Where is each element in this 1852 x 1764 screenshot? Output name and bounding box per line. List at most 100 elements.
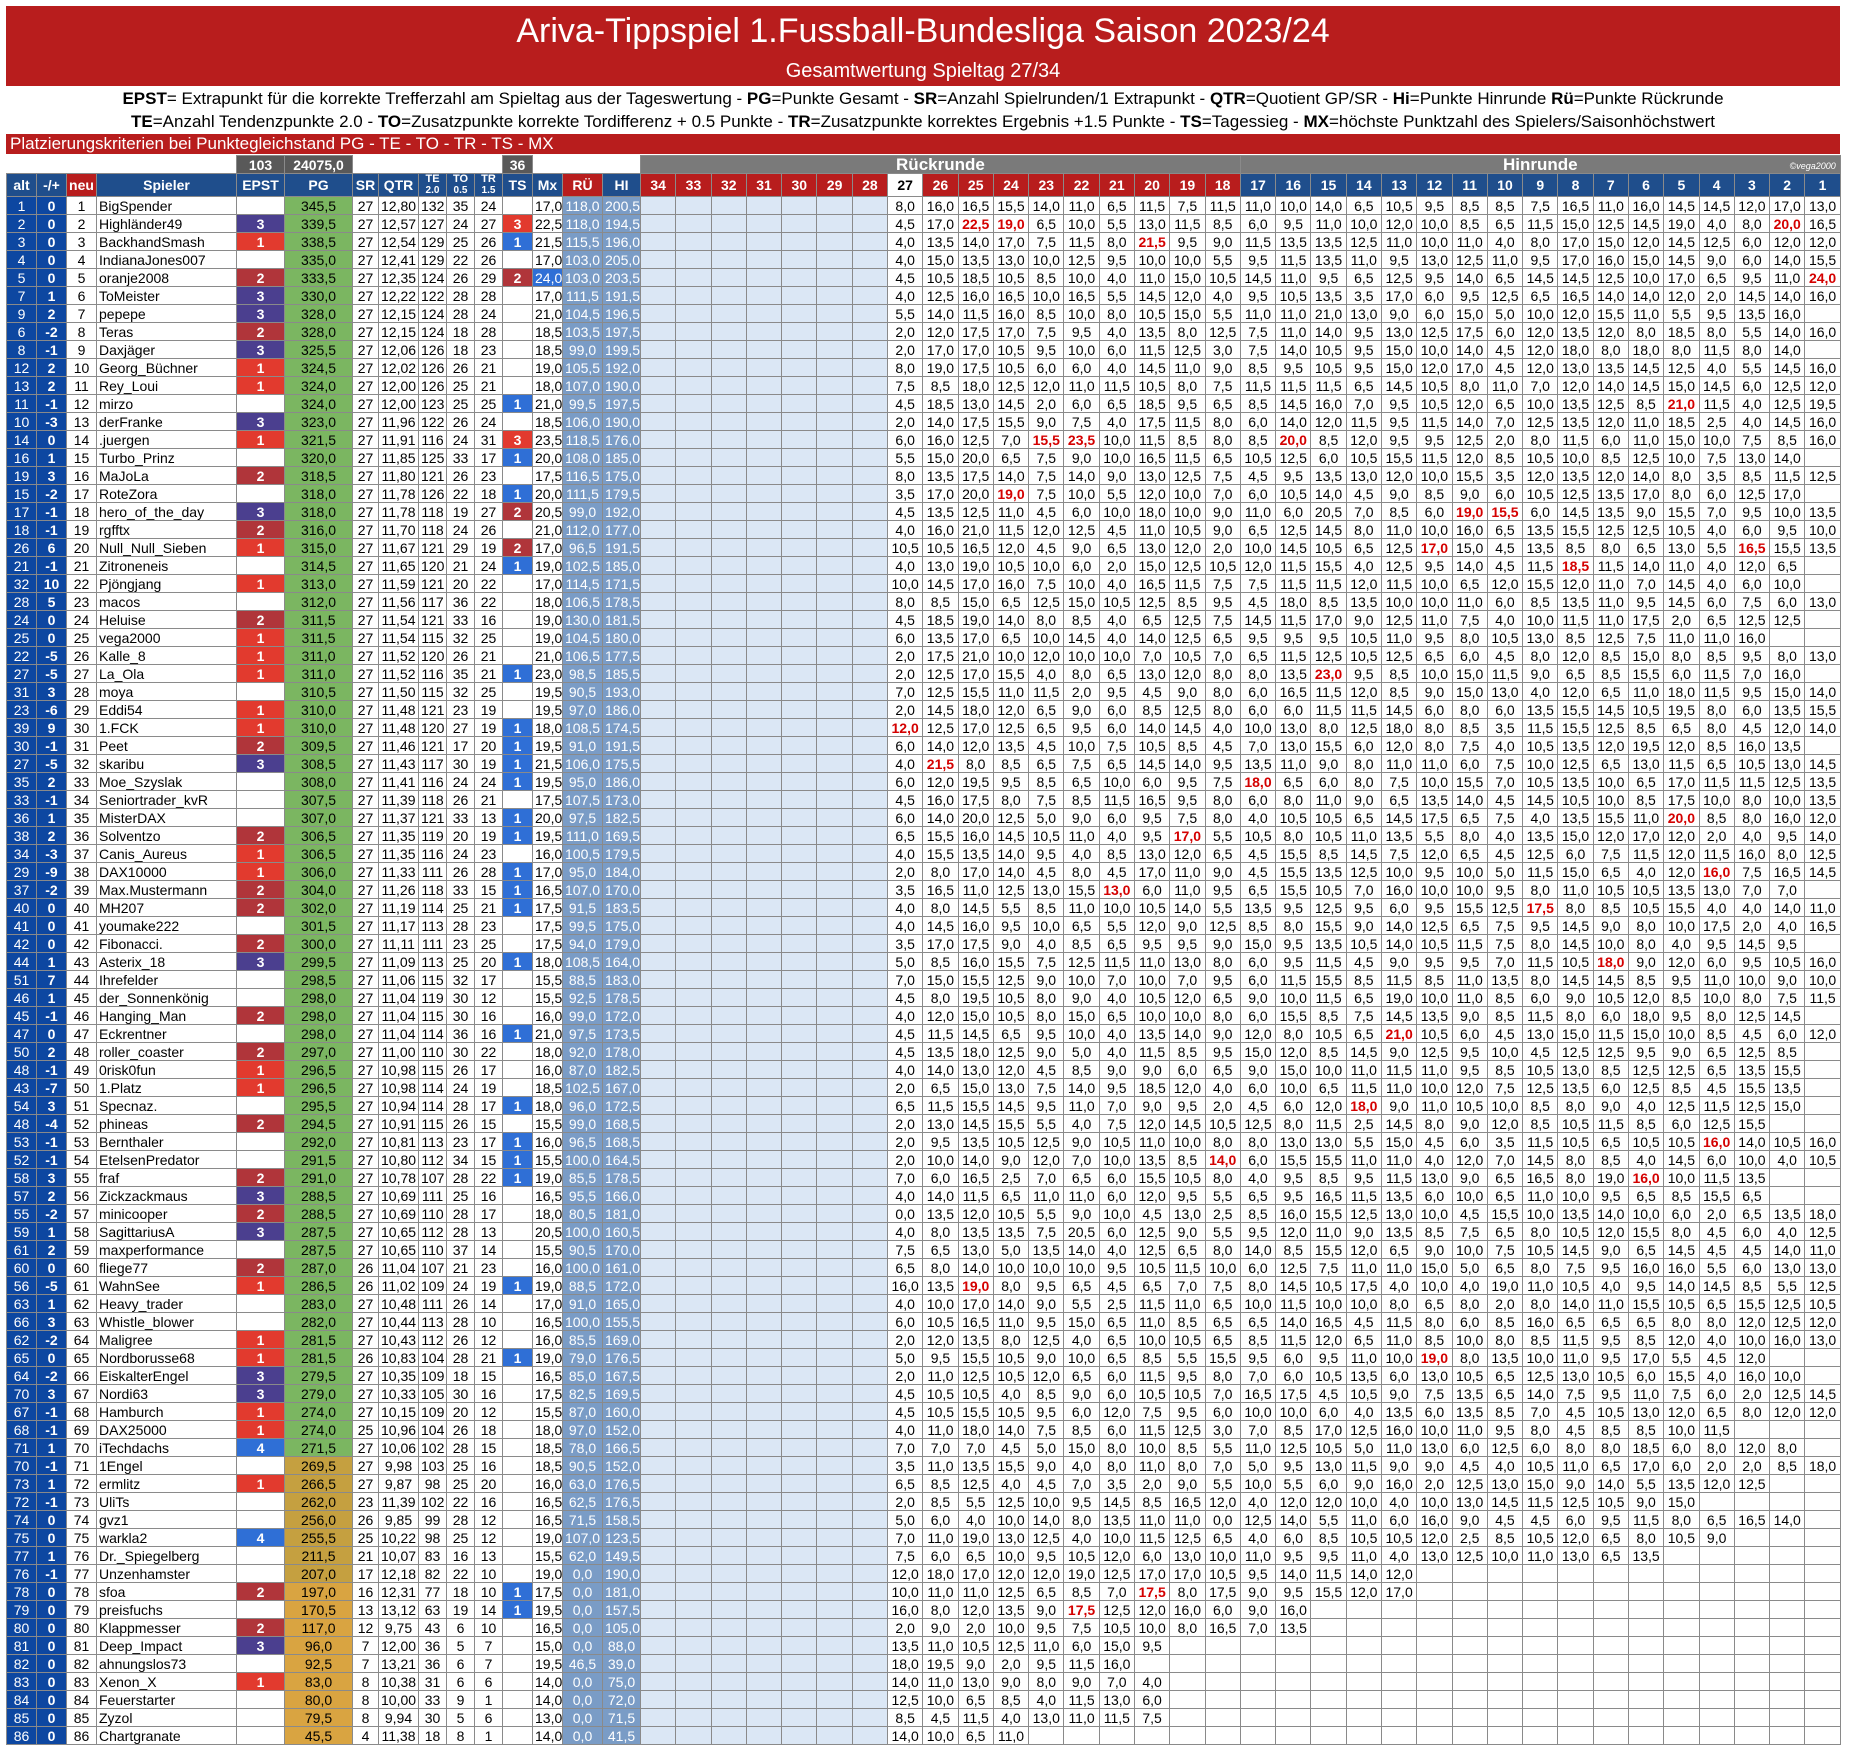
- cell-matchday: 16,5: [1733, 538, 1771, 557]
- cell-tr: 10: [474, 1582, 503, 1601]
- cell-matchday: 13,0: [1345, 304, 1382, 323]
- cell-matchday: [816, 430, 853, 449]
- cell-matchday: 10,0: [1275, 988, 1312, 1007]
- cell-delta: 2: [36, 376, 67, 395]
- cell-matchday: 10,0: [1063, 268, 1100, 287]
- cell-matchday: 8,5: [1310, 1528, 1347, 1547]
- cell-ts: [502, 1474, 533, 1493]
- cell-matchday: 6,5: [1345, 376, 1382, 395]
- cell-matchday: 4,5: [1098, 520, 1135, 539]
- cell-matchday: [1804, 1096, 1841, 1115]
- cell-matchday: 15,5: [1310, 1582, 1347, 1601]
- cell-to: 30: [446, 1042, 475, 1061]
- cell-rank: 22: [66, 574, 97, 593]
- cell-matchday: 20,0: [1275, 430, 1312, 449]
- header-blank: [533, 156, 641, 174]
- cell-matchday: 9,5: [1169, 1366, 1206, 1385]
- cell-matchday: 12,5: [1063, 952, 1100, 971]
- cell-matchday: 10,0: [1380, 862, 1418, 881]
- cell-matchday: 2,0: [886, 646, 924, 665]
- cell-delta: 0: [36, 898, 67, 917]
- cell-matchday: 17,0: [957, 718, 994, 737]
- cell-matchday: 10,0: [1522, 754, 1559, 773]
- cell-matchday: [710, 880, 747, 899]
- table-row: 37 -2 39 Max.Mustermann 2 304,0 27 11,26 118 33 15…: [6, 880, 1841, 899]
- cell-ts: [502, 934, 533, 953]
- cell-alt: 2: [6, 214, 37, 233]
- cell-matchday: 13,0: [1416, 1438, 1453, 1457]
- cell-matchday: 7,0: [992, 430, 1030, 449]
- cell-matchday: 6,0: [1098, 1168, 1135, 1187]
- cell-hi: 184,0: [601, 862, 642, 881]
- cell-matchday: 3,0: [1204, 340, 1241, 359]
- cell-matchday: 9,5: [992, 772, 1030, 791]
- cell-matchday: 4,5: [1098, 862, 1135, 881]
- cell-matchday: 10,0: [1451, 880, 1488, 899]
- cell-matchday: 8,5: [1416, 1330, 1453, 1349]
- cell-matchday: [675, 1096, 712, 1115]
- cell-matchday: 10,0: [1416, 1204, 1453, 1223]
- cell-matchday: 7,0: [1345, 502, 1382, 521]
- cell-matchday: 15,5: [1486, 502, 1524, 521]
- cell-matchday: 6,0: [1098, 1186, 1135, 1205]
- cell-matchday: 16,0: [957, 286, 994, 305]
- cell-matchday: 12,0: [1380, 214, 1418, 233]
- cell-matchday: 8,0: [1522, 430, 1559, 449]
- cell-matchday: 12,5: [1275, 1258, 1312, 1277]
- cell-matchday: 17,0: [1663, 772, 1700, 791]
- cell-matchday: 6,5: [1239, 1186, 1277, 1205]
- cell-ts: [502, 1384, 533, 1403]
- cell-matchday: 7,5: [1204, 376, 1241, 395]
- cell-matchday: 8,5: [1028, 772, 1065, 791]
- cell-matchday: 8,0: [1451, 376, 1488, 395]
- cell-matchday: 4,0: [1098, 610, 1135, 629]
- cell-matchday: [781, 538, 818, 557]
- cell-to: 28: [446, 1168, 475, 1187]
- cell-matchday: [640, 1690, 677, 1709]
- cell-matchday: [1663, 1618, 1700, 1637]
- cell-qtr: 11,06: [378, 970, 419, 989]
- cell-matchday: 10,0: [1098, 772, 1135, 791]
- cell-delta: 1: [36, 808, 67, 827]
- cell-rank: 85: [66, 1708, 97, 1727]
- cell-matchday: 10,0: [1663, 448, 1700, 467]
- cell-ts: 1: [502, 556, 533, 575]
- cell-matchday: 4,0: [957, 1510, 994, 1529]
- cell-matchday: [675, 610, 712, 629]
- cell-matchday: [1416, 1618, 1453, 1637]
- cell-matchday: [745, 1420, 783, 1439]
- cell-matchday: 12,5: [1028, 1528, 1065, 1547]
- cell-matchday: 15,0: [922, 250, 959, 269]
- cell-matchday: 8,0: [1204, 1132, 1241, 1151]
- cell-delta: 0: [36, 628, 67, 647]
- cell-matchday: [1275, 1654, 1312, 1673]
- cell-matchday: [1804, 1708, 1841, 1727]
- cell-matchday: [710, 1078, 747, 1097]
- cell-alt: 80: [6, 1618, 37, 1637]
- cell-matchday: 6,5: [1592, 754, 1629, 773]
- cell-matchday: 6,0: [1663, 1204, 1700, 1223]
- cell-ru: 88,5: [562, 970, 603, 989]
- cell-matchday: 13,5: [1486, 970, 1524, 989]
- cell-pg: 287,0: [284, 1258, 353, 1277]
- cell-delta: 2: [36, 1186, 67, 1205]
- cell-matchday: [816, 1330, 853, 1349]
- cell-sr: 27: [352, 1006, 379, 1025]
- cell-pg: 262,0: [284, 1492, 353, 1511]
- cell-delta: 0: [36, 1258, 67, 1277]
- cell-qtr: 11,85: [378, 448, 419, 467]
- cell-matchday: 12,0: [1310, 412, 1347, 431]
- col-matchday-34: 34: [640, 173, 677, 197]
- cell-hi: 174,5: [601, 718, 642, 737]
- cell-matchday: 8,5: [1451, 718, 1488, 737]
- cell-matchday: 18,5: [922, 394, 959, 413]
- cell-matchday: [710, 1150, 747, 1169]
- cell-te: 115: [418, 628, 447, 647]
- cell-matchday: [745, 1366, 783, 1385]
- cell-matchday: 2,5: [1451, 1528, 1488, 1547]
- cell-matchday: 14,5: [1380, 1114, 1418, 1133]
- cell-matchday: [816, 1312, 853, 1331]
- cell-sr: 13: [352, 1600, 379, 1619]
- cell-matchday: [710, 790, 747, 809]
- cell-matchday: [675, 1402, 712, 1421]
